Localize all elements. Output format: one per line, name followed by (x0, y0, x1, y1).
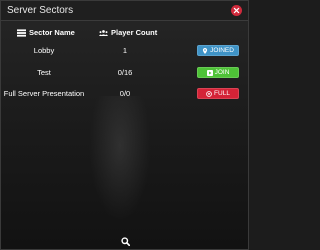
joined-button[interactable]: JOINED (197, 45, 239, 56)
join-button-label: JOIN (214, 69, 230, 76)
player-count-cell: 1 (122, 46, 128, 55)
play-icon (206, 69, 213, 76)
close-button[interactable] (231, 5, 242, 16)
close-icon (233, 7, 240, 14)
full-button[interactable]: FULL (197, 88, 239, 99)
x-circle-icon (206, 90, 212, 97)
search-icon (120, 236, 130, 246)
sector-name-header: Sector Name (17, 28, 75, 37)
joined-button-label: JOINED (210, 47, 234, 54)
player-count-header-label: Player Count (111, 28, 158, 37)
sector-name-cell: Full Server Presentation (3, 89, 85, 98)
table-row: Full Server Presentation 0/0 FULL (1, 88, 248, 101)
background-figure (89, 96, 151, 221)
search-button[interactable] (119, 235, 131, 247)
sector-name-cell: Lobby (33, 46, 55, 55)
table-row: Test 0/16 JOIN (1, 67, 248, 80)
map-marker-icon (202, 47, 208, 54)
sector-name-cell: Test (37, 68, 51, 77)
table-header: Sector Name Player Count (1, 28, 248, 40)
users-icon (99, 29, 108, 36)
full-button-label: FULL (214, 90, 230, 97)
player-count-cell: 0/0 (119, 89, 131, 98)
window-title: Server Sectors (7, 5, 74, 16)
title-bar: Server Sectors (1, 1, 248, 21)
player-count-header: Player Count (99, 28, 157, 37)
player-count-cell: 0/16 (117, 68, 133, 77)
list-icon (17, 28, 26, 37)
sector-name-header-label: Sector Name (29, 28, 75, 37)
table-row: Lobby 1 JOINED (1, 45, 248, 58)
server-sectors-window: Server Sectors Sector Name Player Count … (0, 0, 249, 250)
join-button[interactable]: JOIN (197, 67, 239, 78)
